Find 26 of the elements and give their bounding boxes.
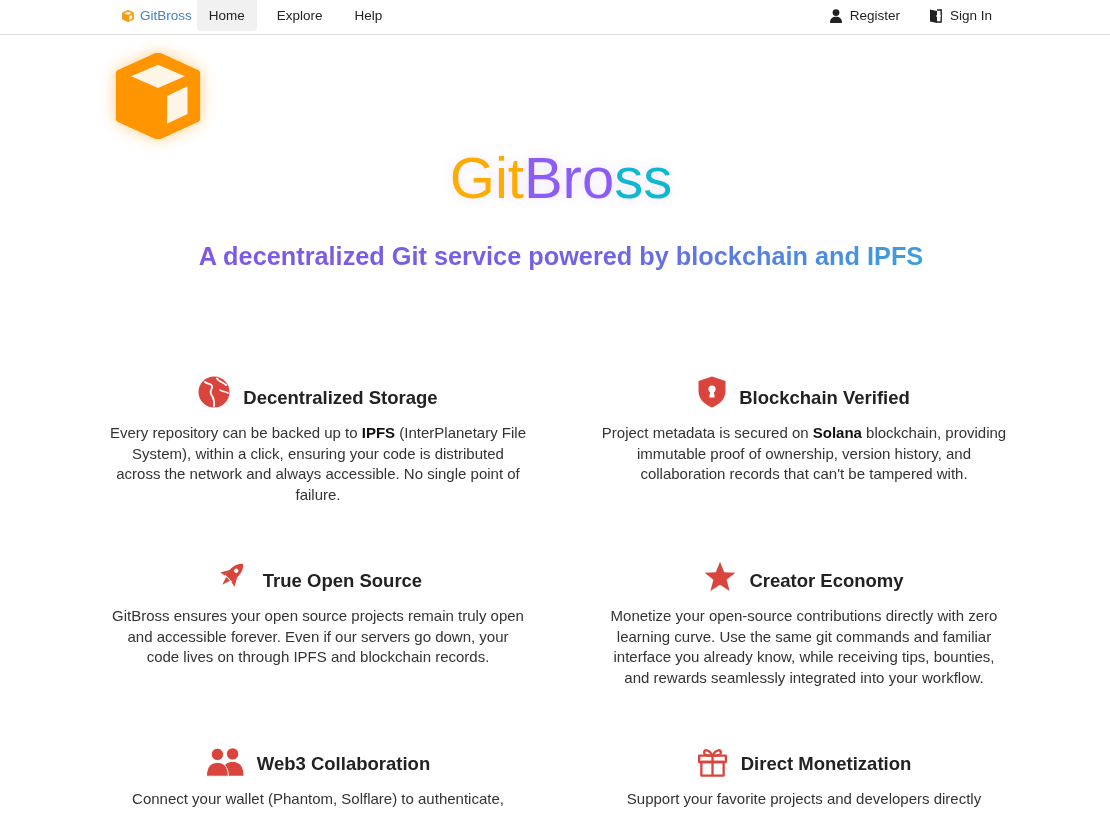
feature-description: GitBross ensures your open source projects remain truly open and accessible forever. Even if our servers go down, your code lives on through IPFS and blockchain records. xyxy=(111,606,525,667)
shield-keyhole-icon xyxy=(698,376,727,408)
door-icon xyxy=(929,8,942,23)
feature-title: Creator Economy xyxy=(749,570,904,592)
feature-title: Web3 Collaboration xyxy=(256,753,431,775)
feature-title: Direct Monetization xyxy=(740,753,912,775)
feature-title: Decentralized Storage xyxy=(243,387,438,409)
feature-description: Every repository can be backed up to IPFS (InterPlanetary File System), within a click, ensuring your code is distributed across the network and always accessible. No single point of failure. xyxy=(109,423,527,505)
nav-link[interactable]: Help xyxy=(342,0,395,31)
feature-description: Monetize your open-source contributions directly with zero learning curve. Use the same git commands and familiar interface you already know, while receiving tips, bounties, and rewards seamlessly integrated into your workflow. xyxy=(609,606,999,688)
brand-link[interactable]: GitBross xyxy=(111,0,197,31)
star-icon xyxy=(704,561,737,593)
nav-link[interactable]: Explore xyxy=(264,0,335,31)
sign-in-link[interactable]: Sign In xyxy=(919,0,1002,31)
feature-description: Connect your wallet (Phantom, Solflare) to authenticate, xyxy=(131,789,505,809)
users-icon xyxy=(205,745,244,777)
user-icon xyxy=(829,8,842,23)
nav-link[interactable]: Home xyxy=(196,0,257,31)
feature-title: True Open Source xyxy=(262,570,423,592)
globe-icon xyxy=(198,376,231,408)
feature-description: Project metadata is secured on Solana blockchain, providing immutable proof of ownership, version history, and collaboration records that can't be tampered with. xyxy=(600,423,1008,484)
cube-icon xyxy=(114,53,202,139)
register-link[interactable]: Register xyxy=(819,0,910,31)
feature-description: Support your favorite projects and developers directly xyxy=(625,789,983,809)
cube-icon xyxy=(122,9,134,22)
feature-title: Blockchain Verified xyxy=(739,387,910,409)
